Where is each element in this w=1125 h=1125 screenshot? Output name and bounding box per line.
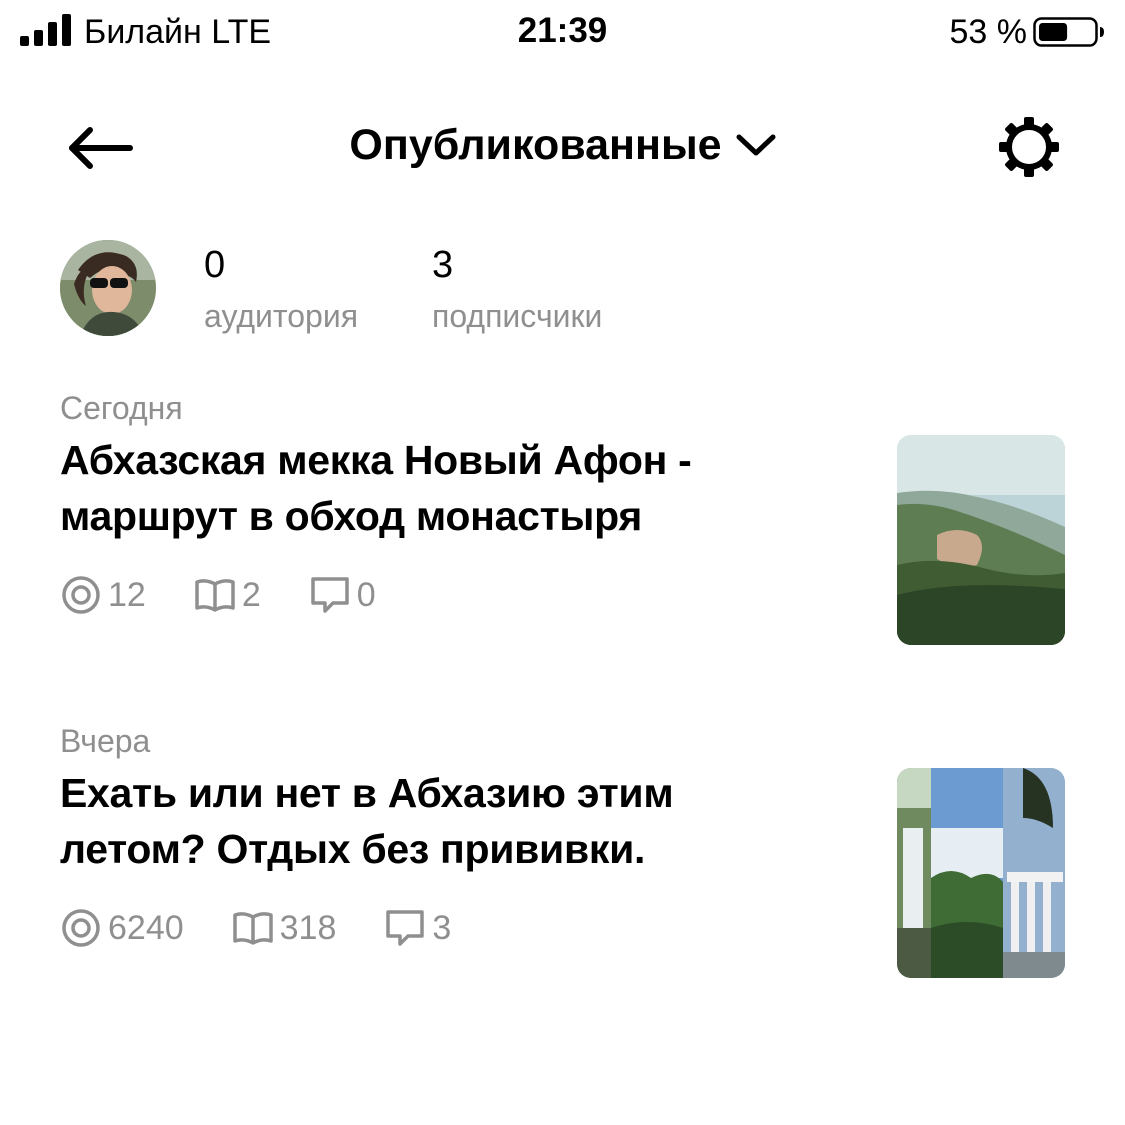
battery-icon (1033, 17, 1104, 47)
subscribers-stat[interactable]: 3 подписчики (432, 242, 602, 338)
settings-button[interactable] (996, 114, 1062, 180)
battery-percent: 53 % (949, 13, 1028, 51)
article-card[interactable]: Вчера Ехать или нет в Абхазию этим летом… (60, 721, 1065, 981)
comments-stat: 3 (384, 908, 451, 948)
collage-photo (897, 768, 1065, 978)
coast-landscape-photo (897, 435, 1065, 645)
article-thumbnail (897, 435, 1065, 645)
subscribers-value: 3 (432, 244, 454, 286)
chevron-down-icon (736, 134, 776, 156)
avatar[interactable] (60, 240, 156, 336)
views-count: 6240 (108, 909, 184, 947)
book-icon (232, 912, 273, 945)
article-title: Ехать или нет в Абхазию этим летом? Отды… (60, 770, 674, 872)
article-title: Абхазская мекка Новый Афон - маршрут в о… (60, 437, 692, 539)
comment-icon (311, 577, 349, 613)
comment-icon (386, 910, 425, 946)
avatar-photo (60, 240, 156, 336)
reads-stat: 2 (194, 575, 261, 615)
reads-count: 318 (279, 909, 337, 947)
audience-value: 0 (204, 244, 226, 286)
article-date: Вчера (60, 723, 151, 759)
article-thumbnail (897, 768, 1065, 978)
gear-icon (999, 117, 1059, 177)
status-bar: Билайн LTE 21:39 53 % (0, 0, 1125, 66)
comments-count: 3 (432, 909, 452, 947)
article-stats: 12 2 0 (60, 574, 376, 616)
eye-target-icon (62, 576, 100, 614)
article-card[interactable]: Сегодня Абхазская мекка Новый Афон - мар… (60, 388, 1065, 648)
publication-filter-dropdown[interactable]: Опубликованные (349, 118, 776, 172)
audience-label: аудитория (204, 298, 359, 334)
eye-target-icon (62, 909, 100, 947)
reads-count: 2 (241, 576, 261, 614)
comments-count: 0 (356, 576, 376, 614)
views-count: 12 (108, 576, 146, 614)
header: Опубликованные (0, 118, 1125, 172)
book-icon (195, 579, 235, 612)
views-stat: 6240 (60, 907, 184, 949)
reads-stat: 318 (232, 908, 337, 948)
article-stats: 6240 318 3 (60, 907, 451, 949)
audience-stat: 0 аудитория (204, 242, 358, 338)
page-title: Опубликованные (349, 121, 722, 169)
article-date: Сегодня (60, 390, 183, 426)
comments-stat: 0 (309, 575, 376, 615)
views-stat: 12 (60, 574, 146, 616)
subscribers-label: подписчики (432, 298, 603, 334)
